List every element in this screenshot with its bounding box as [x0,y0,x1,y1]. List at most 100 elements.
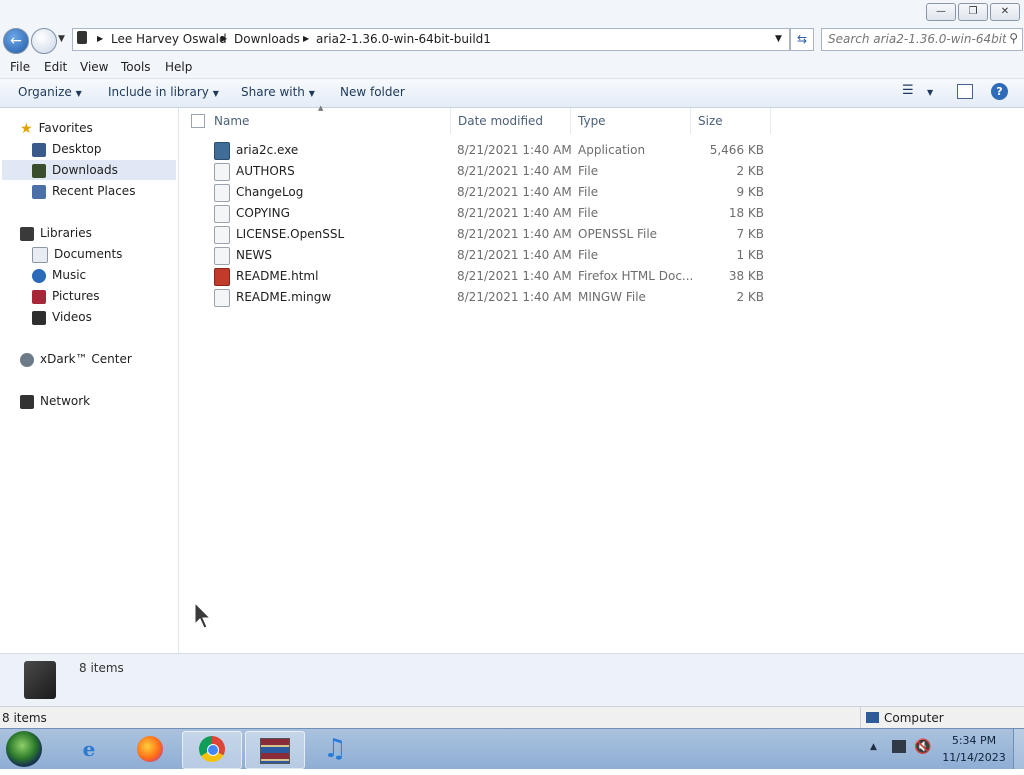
nav-xdark-center[interactable]: xDark™ Center [20,349,132,369]
status-divider [860,707,861,729]
forward-button[interactable] [31,28,57,54]
show-hidden-icons-icon[interactable]: ▲ [870,742,877,752]
file-icon [214,246,230,265]
menu-tools[interactable]: Tools [121,60,151,74]
file-icon [214,162,230,181]
computer-icon [77,31,87,44]
recent-places-icon [32,184,46,199]
nav-item-label: Music [52,268,87,282]
close-button[interactable]: ✕ [990,3,1020,21]
search-icon[interactable]: ⚲ [1009,31,1018,45]
column-date-modified[interactable]: Date modified [458,108,571,134]
winrar-icon[interactable] [245,731,305,769]
nav-libraries-label: Libraries [40,226,92,240]
file-name-cell: LICENSE.OpenSSL [214,224,344,245]
file-row[interactable]: LICENSE.OpenSSL 8/21/2021 1:40 AM OPENSS… [180,224,780,245]
preview-pane-icon[interactable] [957,84,973,99]
file-row[interactable]: NEWS 8/21/2021 1:40 AM File 1 KB [180,245,780,266]
network-tray-icon[interactable] [892,740,906,753]
search-input[interactable] [828,29,1006,48]
menu-help[interactable]: Help [165,60,192,74]
nav-item-recent-places[interactable]: Recent Places [32,181,135,201]
menu-file[interactable]: File [10,60,30,74]
status-computer: Computer [884,711,944,725]
file-name: LICENSE.OpenSSL [236,227,345,241]
address-bar[interactable]: ▶ Lee Harvey Oswald ▶ Downloads ▶ aria2-… [72,28,790,51]
recent-pages-chevron-icon[interactable]: ▼ [58,34,65,44]
breadcrumb-item[interactable]: Lee Harvey Oswald [111,32,227,46]
file-row[interactable]: README.html 8/21/2021 1:40 AM Firefox HT… [180,266,780,287]
firefox-icon[interactable] [121,731,179,767]
command-bar: Organize ▼ Include in library ▼ Share wi… [0,79,1024,108]
column-type[interactable]: Type [578,108,691,134]
file-name: README.html [236,269,319,283]
share-with-label: Share with [241,85,305,99]
nav-item-videos[interactable]: Videos [32,307,92,327]
navigation-pane: ★ Favorites Desktop Downloads Recent Plac… [0,108,179,653]
file-icon [214,204,230,223]
address-row: ← ▼ ▶ Lee Harvey Oswald ▶ Downloads ▶ ar… [0,26,1024,58]
breadcrumb-item[interactable]: aria2-1.36.0-win-64bit-build1 [316,32,491,46]
new-folder-button[interactable]: New folder [340,85,405,99]
file-name: COPYING [236,206,290,220]
column-size[interactable]: Size [698,108,771,134]
menu-edit[interactable]: Edit [44,60,67,74]
file-date: 8/21/2021 1:40 AM [457,290,572,304]
clock-time[interactable]: 5:34 PM [944,734,1004,747]
nav-libraries[interactable]: Libraries [20,223,92,243]
help-icon[interactable]: ? [991,83,1008,100]
firefox-html-icon [214,267,230,286]
breadcrumb-separator-icon[interactable]: ▶ [97,34,103,43]
folder-thumbnail-icon [24,661,56,699]
select-all-checkbox[interactable] [191,114,205,128]
file-row[interactable]: README.mingw 8/21/2021 1:40 AM MINGW Fil… [180,287,780,308]
refresh-button[interactable]: ⇆ [790,28,814,51]
minimize-button[interactable]: — [926,3,956,21]
nav-item-documents[interactable]: Documents [32,244,122,264]
share-with-button[interactable]: Share with ▼ [241,85,315,99]
search-box[interactable]: ⚲ [821,28,1023,51]
maximize-button[interactable]: ❐ [958,3,988,21]
nav-item-music[interactable]: Music [32,265,86,285]
chrome-icon[interactable] [182,731,242,769]
file-row[interactable]: ChangeLog 8/21/2021 1:40 AM File 9 KB [180,182,780,203]
nav-item-label: Desktop [52,142,102,156]
pictures-icon [32,289,46,304]
refresh-icon: ⇆ [796,32,808,46]
column-name[interactable]: Name [214,108,451,134]
breadcrumb-separator-icon[interactable]: ▶ [221,34,227,43]
internet-explorer-icon[interactable]: e [60,731,118,767]
breadcrumb-item[interactable]: Downloads [234,32,300,46]
show-desktop-button[interactable] [1013,729,1024,769]
view-options-icon[interactable]: ☰ [902,83,914,98]
file-date: 8/21/2021 1:40 AM [457,206,572,220]
volume-muted-icon[interactable]: 🔇 [914,739,931,755]
include-in-library-button[interactable]: Include in library ▼ [108,85,219,99]
computer-icon [866,712,879,723]
start-orb-icon[interactable] [6,731,42,767]
file-row[interactable]: COPYING 8/21/2021 1:40 AM File 18 KB [180,203,780,224]
back-arrow-icon: ← [10,33,22,49]
nav-network-label: Network [40,394,91,408]
organize-button[interactable]: Organize ▼ [18,85,82,99]
view-chevron-icon[interactable]: ▼ [927,88,933,97]
nav-item-downloads[interactable]: Downloads [2,160,176,180]
breadcrumb-separator-icon[interactable]: ▶ [303,34,309,43]
file-name: aria2c.exe [236,143,299,157]
file-row[interactable]: aria2c.exe 8/21/2021 1:40 AM Application… [180,140,780,161]
details-item-count: 8 items [79,661,124,675]
menu-view[interactable]: View [80,60,108,74]
libraries-icon [20,226,34,241]
back-button[interactable]: ← [3,28,29,54]
file-type: Firefox HTML Doc... [578,269,694,283]
nav-network[interactable]: Network [20,391,90,411]
file-size: 2 KB [736,290,764,304]
nav-item-desktop[interactable]: Desktop [32,139,102,159]
sort-ascending-icon: ▲ [318,104,324,112]
nav-item-pictures[interactable]: Pictures [32,286,100,306]
clock-date[interactable]: 11/14/2023 [940,751,1008,764]
address-dropdown-icon[interactable]: ▼ [775,34,782,44]
nav-favorites[interactable]: ★ Favorites [20,118,93,138]
file-row[interactable]: AUTHORS 8/21/2021 1:40 AM File 2 KB [180,161,780,182]
music-icon[interactable]: ♫ [306,731,364,767]
